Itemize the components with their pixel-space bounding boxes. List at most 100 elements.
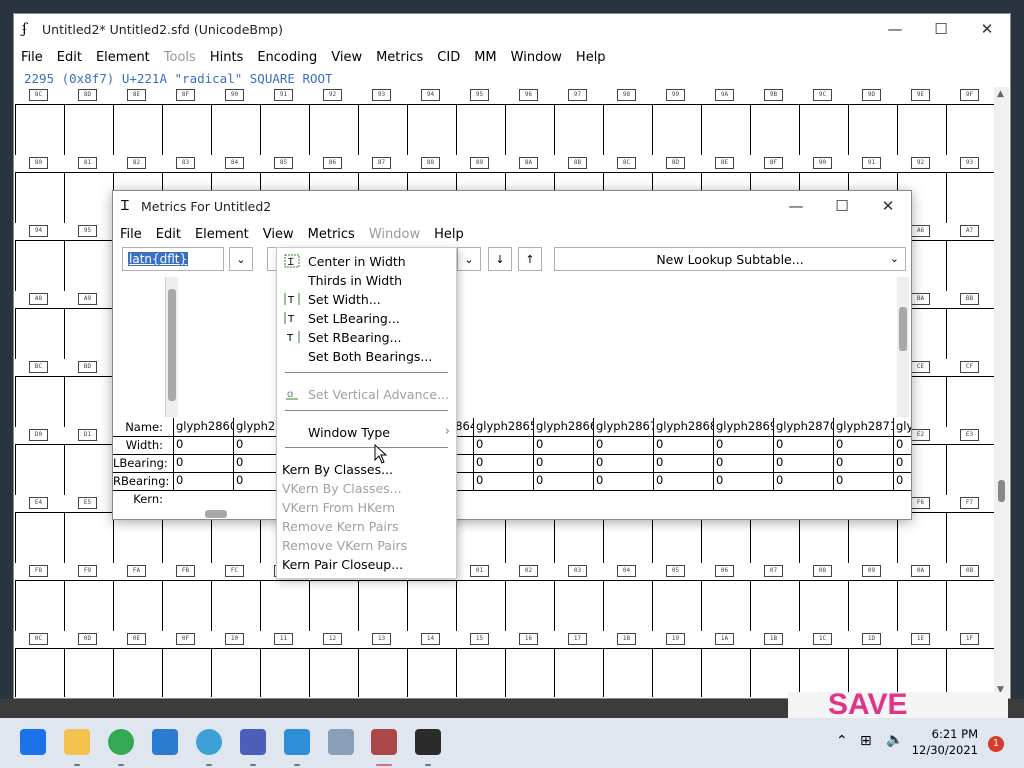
glyph-cell-label[interactable]: 04 — [617, 565, 636, 577]
glyph-cell-label[interactable]: 92 — [911, 157, 930, 169]
menu-edit[interactable]: Edit — [50, 50, 89, 65]
glyph-cell-label[interactable]: 13 — [372, 633, 391, 645]
glyph-name-cell[interactable]: glyph2869 — [713, 418, 773, 436]
glyph-cell-label[interactable]: 95 — [470, 89, 489, 101]
rbearing-cell[interactable]: 0 — [773, 472, 833, 490]
glyph-cell-label[interactable]: 0B — [960, 565, 979, 577]
glyph-cell-label[interactable]: 09 — [862, 565, 881, 577]
metrics-canvas[interactable] — [113, 277, 911, 417]
canvas-scrollbar[interactable] — [897, 277, 909, 417]
glyph-name-cell[interactable]: glyph2871 — [833, 418, 893, 436]
chrome-icon[interactable] — [108, 729, 134, 755]
menu-window[interactable]: Window — [504, 50, 569, 65]
glyph-cell-label[interactable]: 16 — [519, 633, 538, 645]
menu-tools[interactable]: Tools — [157, 50, 203, 65]
glyph-cell-label[interactable]: 14 — [421, 633, 440, 645]
glyph-cell-label[interactable]: 18 — [617, 633, 636, 645]
glyph-name-cell[interactable]: glyph2867 — [593, 418, 653, 436]
browser-icon[interactable] — [196, 729, 222, 755]
menu-set-both-bearings[interactable]: Set Both Bearings... — [277, 347, 456, 366]
clock[interactable]: 6:21 PM 12/30/2021 — [912, 726, 978, 758]
menu-view[interactable]: View — [324, 50, 369, 65]
menu-center-in-width[interactable]: Ɪ Center in Width — [277, 252, 456, 271]
glyph-cell-label[interactable]: 1C — [813, 633, 832, 645]
store-icon[interactable] — [152, 729, 178, 755]
metrics-menu-element[interactable]: Element — [188, 227, 256, 242]
glyph-cell-label[interactable]: 0F — [176, 633, 195, 645]
glyph-name-cell[interactable]: glyph2866 — [533, 418, 593, 436]
glyph-cell-label[interactable]: BC — [29, 361, 48, 373]
script-language-value[interactable]: latn{dflt} — [128, 252, 189, 266]
scroll-up-icon[interactable]: ▲ — [997, 89, 1004, 99]
lbearing-cell[interactable]: 0 — [473, 454, 533, 472]
glyph-cell-label[interactable]: 1B — [764, 633, 783, 645]
glyph-cell-label[interactable]: 96 — [519, 89, 538, 101]
glyph-cell-label[interactable]: 1D — [862, 633, 881, 645]
glyph-cell-label[interactable]: CE — [911, 361, 930, 373]
glyph-cell-label[interactable]: F8 — [29, 565, 48, 577]
glyph-cell-label[interactable]: 9A — [715, 89, 734, 101]
width-cell[interactable]: 0 — [833, 436, 893, 454]
metrics-maximize-button[interactable]: ☐ — [819, 191, 865, 221]
glyph-cell-label[interactable]: FB — [176, 565, 195, 577]
grid-scroll-thumb[interactable] — [998, 480, 1005, 502]
menu-remove-vkern-pairs[interactable]: Remove VKern Pairs — [277, 536, 456, 555]
glyph-cell-label[interactable]: E4 — [29, 497, 48, 509]
glyph-cell-label[interactable]: 8C — [617, 157, 636, 169]
glyph-cell-label[interactable]: A9 — [78, 293, 97, 305]
metrics-menu-file[interactable]: File — [113, 227, 149, 242]
glyph-cell-label[interactable]: 03 — [568, 565, 587, 577]
glyph-cell-label[interactable]: 9C — [813, 89, 832, 101]
terminal-icon[interactable] — [415, 729, 441, 755]
glyph-cell-label[interactable]: 85 — [274, 157, 293, 169]
width-cell[interactable]: 0 — [593, 436, 653, 454]
menu-window-type[interactable]: Window Type › — [277, 423, 456, 442]
metrics-horizontal-scrollbar[interactable] — [113, 508, 911, 520]
glyph-cell-label[interactable]: 8B — [568, 157, 587, 169]
glyph-cell-label[interactable]: 93 — [960, 157, 979, 169]
network-icon[interactable]: ⊞ — [860, 733, 872, 749]
package-icon[interactable] — [328, 729, 354, 755]
menu-file[interactable]: File — [14, 50, 50, 65]
menu-set-rbearing[interactable]: T Set RBearing... — [277, 328, 456, 347]
glyph-cell-label[interactable]: 9D — [862, 89, 881, 101]
metrics-menu-metrics[interactable]: Metrics — [301, 227, 362, 242]
glyph-cell-label[interactable]: 0E — [127, 633, 146, 645]
width-cell[interactable]: 0 — [653, 436, 713, 454]
glyph-list-scroll-thumb[interactable] — [168, 289, 176, 401]
glyph-cell-label[interactable]: 88 — [421, 157, 440, 169]
glyph-cell-label[interactable]: 02 — [519, 565, 538, 577]
rbearing-cell[interactable]: 0 — [533, 472, 593, 490]
volume-icon[interactable]: 🔈 — [886, 732, 903, 748]
menu-set-lbearing[interactable]: T Set LBearing... — [277, 309, 456, 328]
width-cell[interactable]: 0 — [533, 436, 593, 454]
glyph-cell-label[interactable]: A7 — [960, 225, 979, 237]
lookup-subtable-combo[interactable]: New Lookup Subtable... ⌄ — [554, 247, 906, 271]
glyph-name-cell[interactable]: glyph2865 — [473, 418, 533, 436]
glyph-cell-label[interactable]: F9 — [78, 565, 97, 577]
menu-vkern-by-classes[interactable]: VKern By Classes... — [277, 479, 456, 498]
glyph-cell-label[interactable]: 84 — [225, 157, 244, 169]
glyph-cell-label[interactable]: 8A — [519, 157, 538, 169]
glyph-cell-label[interactable]: 94 — [29, 225, 48, 237]
rbearing-cell[interactable]: 0 — [653, 472, 713, 490]
glyph-cell-label[interactable]: 80 — [29, 157, 48, 169]
glyph-list-scrollbar[interactable] — [166, 277, 178, 417]
lbearing-cell[interactable]: 0 — [893, 454, 911, 472]
glyph-cell-label[interactable]: 8E — [715, 157, 734, 169]
glyph-name-cell[interactable]: glyph2870 — [773, 418, 833, 436]
glyph-cell-label[interactable]: 12 — [323, 633, 342, 645]
start-icon[interactable] — [20, 729, 46, 755]
metrics-menu-view[interactable]: View — [256, 227, 301, 242]
glyph-cell-label[interactable]: 0C — [29, 633, 48, 645]
glyph-cell-label[interactable]: 0A — [911, 565, 930, 577]
glyph-cell-label[interactable]: 8D — [666, 157, 685, 169]
script-language-combo[interactable]: latn{dflt} — [122, 247, 224, 271]
glyph-cell-label[interactable]: FA — [127, 565, 146, 577]
glyph-cell-label[interactable]: F7 — [960, 497, 979, 509]
glyph-cell-label[interactable]: 07 — [764, 565, 783, 577]
glyph-cell-label[interactable]: F6 — [911, 497, 930, 509]
glyph-cell-label[interactable]: 87 — [372, 157, 391, 169]
width-cell[interactable]: 0 — [713, 436, 773, 454]
glyph-cell-label[interactable]: 19 — [666, 633, 685, 645]
